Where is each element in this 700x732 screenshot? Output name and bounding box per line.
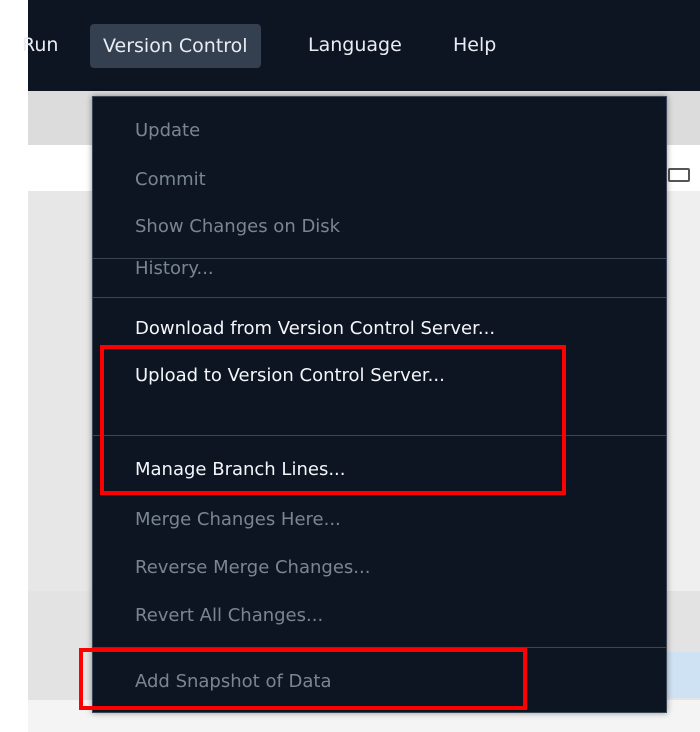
- version-control-dropdown: Update Commit Show Changes on Disk Histo…: [92, 96, 667, 713]
- menu-help[interactable]: Help: [453, 0, 496, 91]
- menu-separator: [93, 647, 666, 648]
- menu-item-show-changes-on-disk[interactable]: Show Changes on Disk: [135, 211, 340, 243]
- menu-language[interactable]: Language: [308, 0, 402, 91]
- background-left-panel: [28, 191, 92, 591]
- background-selected-row: [665, 652, 700, 698]
- menu-separator: [93, 435, 666, 436]
- menu-item-merge-changes-here[interactable]: Merge Changes Here...: [135, 504, 341, 536]
- menu-item-revert-all-changes[interactable]: Revert All Changes...: [135, 600, 323, 632]
- menu-version-control[interactable]: Version Control: [90, 24, 261, 68]
- menu-bar: Run Version Control Language Help: [22, 0, 700, 91]
- menu-separator: [93, 297, 666, 298]
- menu-run[interactable]: Run: [22, 0, 58, 91]
- menu-item-update[interactable]: Update: [135, 115, 200, 147]
- background-checkbox: [668, 168, 690, 182]
- menu-item-history[interactable]: History...: [135, 253, 214, 285]
- menu-item-add-snapshot-of-data[interactable]: Add Snapshot of Data: [135, 666, 332, 698]
- menu-item-upload-to-server[interactable]: Upload to Version Control Server...: [135, 360, 445, 392]
- menu-item-commit[interactable]: Commit: [135, 164, 206, 196]
- menu-item-download-from-server[interactable]: Download from Version Control Server...: [135, 313, 495, 345]
- menu-item-reverse-merge-changes[interactable]: Reverse Merge Changes...: [135, 552, 370, 584]
- menu-item-manage-branch-lines[interactable]: Manage Branch Lines...: [135, 454, 346, 486]
- background-right-panel: [665, 191, 700, 591]
